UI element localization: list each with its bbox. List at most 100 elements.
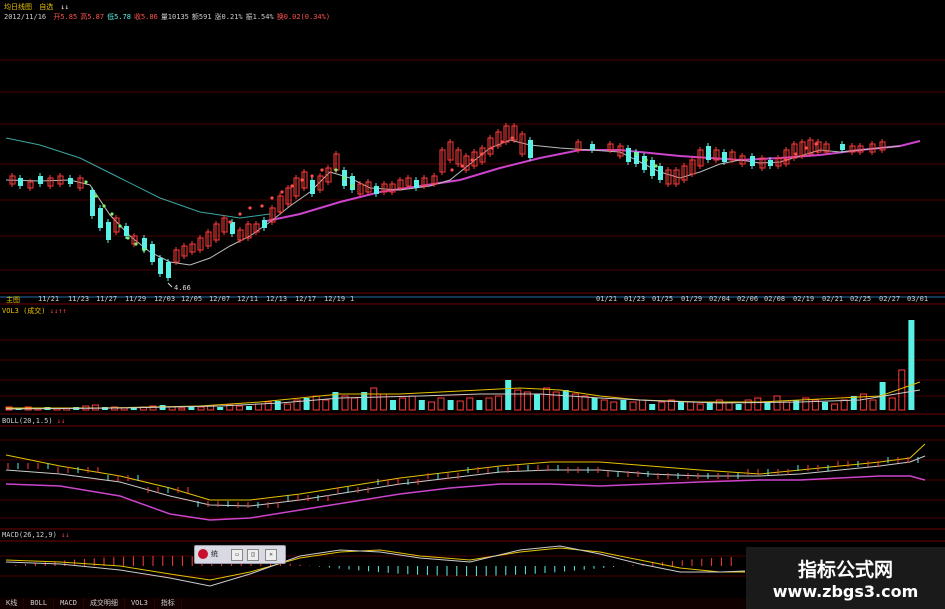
date-label: 02/19: [793, 295, 815, 303]
boll-panel-label: BOLL(20,1.5) ↓↓: [2, 417, 65, 425]
date-label: 02/27: [879, 295, 901, 303]
candle-body: [124, 226, 129, 236]
volume-bar: [773, 395, 781, 411]
date-label: 01/23: [624, 295, 646, 303]
down-dot: [654, 164, 658, 168]
boll-upper: [5, 443, 926, 501]
macd-panel-label: MACD(26,12,9) ↓↓: [2, 531, 69, 539]
candle-body: [840, 144, 845, 150]
popup-minimize-button[interactable]: ▭: [231, 549, 243, 561]
candle-body: [106, 222, 111, 240]
volume-bar: [303, 398, 310, 410]
date-axis-prefix: 主图: [6, 296, 20, 304]
up-dot: [784, 158, 788, 162]
popup-restore-button[interactable]: ◫: [247, 549, 259, 561]
down-dot: [334, 168, 338, 172]
volume-bar: [255, 403, 263, 411]
floating-toolbar-popup[interactable]: 统 ▭ ◫ ✕: [194, 545, 286, 564]
date-label: 11/23: [68, 295, 90, 303]
volume-bar: [888, 397, 896, 411]
date-label: 12/05: [181, 295, 203, 303]
macd-label-arrows: ↓↓: [61, 531, 70, 539]
volume-bar: [408, 395, 416, 411]
volume-bar: [793, 400, 800, 410]
up-dot: [804, 146, 808, 150]
candle-body: [642, 156, 647, 170]
date-label: 02/06: [737, 295, 759, 303]
volume-bar: [283, 403, 291, 411]
tab-indicator[interactable]: 指标: [155, 598, 182, 609]
trend-line: [5, 137, 271, 219]
down-dot: [118, 224, 122, 228]
date-axis-suffix: 1: [350, 295, 355, 303]
volume-bar: [217, 407, 224, 410]
candle-body: [310, 180, 315, 194]
down-dot: [644, 158, 648, 162]
volume-bar: [696, 403, 704, 411]
down-dot: [110, 212, 114, 216]
volume-bar: [466, 397, 474, 411]
volume-bar: [418, 400, 425, 410]
up-dot: [228, 220, 232, 224]
up-dot: [450, 168, 454, 172]
boll-label-arrows: ↓↓: [56, 417, 66, 425]
candle-body: [350, 176, 355, 190]
up-dot: [794, 152, 798, 156]
volume-bar: [361, 392, 368, 410]
up-dot: [290, 184, 294, 188]
volume-bar: [514, 389, 522, 411]
up-dot: [270, 196, 274, 200]
volume-bar: [322, 399, 330, 411]
volume-bar: [869, 399, 877, 411]
date-label: 12/13: [266, 295, 288, 303]
candle-body: [722, 152, 727, 162]
volume-bar: [399, 397, 407, 411]
down-dot: [94, 194, 98, 198]
date-label: 12/19: [324, 295, 346, 303]
volume-bar: [370, 387, 378, 411]
down-dot: [350, 184, 354, 188]
down-dot: [84, 180, 88, 184]
candle-body: [230, 222, 235, 234]
volume-bar: [678, 401, 684, 410]
up-dot: [500, 140, 504, 144]
boll-label-text: BOLL(20,1.5): [2, 417, 53, 425]
date-label: 02/04: [709, 295, 731, 303]
volume-bar: [754, 397, 762, 411]
volume-bar: [850, 396, 857, 410]
tab-boll[interactable]: BOLL: [24, 598, 55, 609]
candle-body: [374, 186, 379, 194]
macd-dea-line: [5, 547, 745, 581]
tab-kline[interactable]: K线: [0, 598, 25, 609]
up-dot: [510, 136, 514, 140]
volume-bar: [581, 395, 589, 411]
tab-macd[interactable]: MACD: [54, 598, 84, 609]
down-dot: [342, 176, 346, 180]
popup-close-button[interactable]: ✕: [265, 549, 277, 561]
date-label: 12/11: [237, 295, 259, 303]
volume-bar: [178, 407, 186, 411]
candle-body: [262, 220, 267, 228]
down-dot: [134, 242, 138, 246]
candle-body: [658, 166, 663, 180]
candle-body: [768, 160, 773, 166]
volume-bar: [908, 320, 915, 410]
date-label: 01/25: [652, 295, 674, 303]
candle-body: [18, 178, 23, 186]
up-dot: [490, 146, 494, 150]
volume-bar: [649, 404, 656, 410]
date-label: 02/25: [850, 295, 872, 303]
volume-bar: [495, 395, 503, 411]
site-watermark: 指标公式网 www.zbgs3.com: [746, 547, 945, 609]
volume-bar: [600, 399, 608, 411]
date-label: 11/21: [38, 295, 60, 303]
volume-bar: [735, 404, 742, 410]
date-label: 01/21: [596, 295, 618, 303]
low-price-marker: 4.66: [174, 284, 191, 292]
tab-vol3[interactable]: VOL3: [125, 598, 155, 609]
up-dot: [470, 158, 474, 162]
tab-trade-detail[interactable]: 成交明细: [84, 598, 125, 609]
up-dot: [238, 212, 242, 216]
volume-bar: [687, 401, 695, 411]
date-label: 03/01: [907, 295, 929, 303]
